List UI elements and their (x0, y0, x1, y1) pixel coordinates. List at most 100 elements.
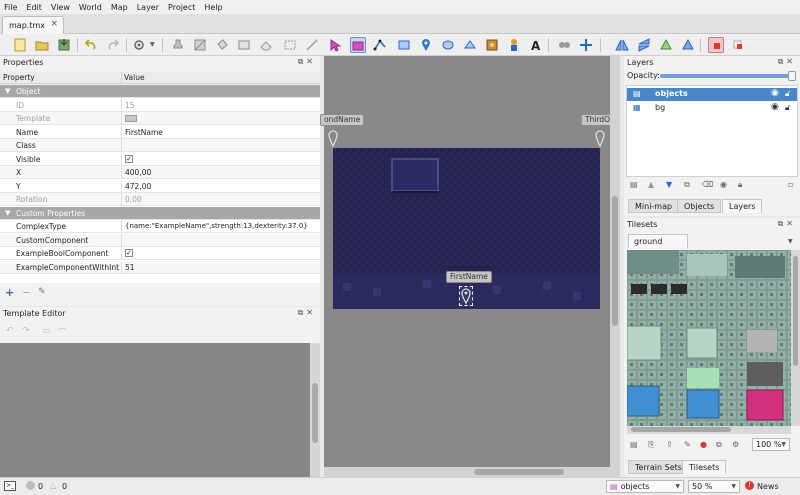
tab-objects[interactable]: Objects (677, 199, 722, 213)
tilesets-panel-buttons[interactable]: ⧉✕ (778, 219, 796, 229)
group-custom-properties[interactable]: ▼ Custom Properties (0, 206, 320, 220)
lock-layer-icon[interactable]: 🔒︎ (738, 180, 742, 190)
menu-world[interactable]: World (79, 3, 102, 12)
property-row[interactable]: Template (0, 112, 320, 126)
menu-view[interactable]: View (51, 3, 70, 12)
move-tool-button[interactable] (578, 37, 594, 53)
object-label[interactable]: FirstName (446, 271, 492, 283)
error-icon[interactable] (26, 481, 35, 490)
bool-component-checkbox[interactable]: ✓ (125, 249, 133, 257)
template-editor-scrollbar[interactable] (310, 343, 320, 477)
property-row[interactable]: ExampleBoolComponent ✓ (0, 247, 320, 261)
group-object[interactable]: ▼ Object (0, 85, 320, 99)
point-object-icon[interactable] (328, 128, 338, 148)
command-dropdown-icon[interactable]: ▼ (150, 41, 155, 48)
menu-layer[interactable]: Layer (137, 3, 159, 12)
delete-tileset-icon[interactable]: ● (700, 440, 707, 449)
new-map-button[interactable] (12, 37, 28, 53)
layer-select-combo[interactable]: ▤ objects ▼ (606, 480, 684, 493)
menu-help[interactable]: Help (204, 3, 222, 12)
template-editor-panel-buttons[interactable]: ⧉✕ (298, 308, 316, 318)
tileset-dropdown-icon[interactable]: ▼ (788, 238, 793, 245)
highlight-layer-icon[interactable]: ▫ (788, 180, 793, 189)
command-button[interactable] (132, 37, 148, 53)
property-row[interactable]: Visible ✓ (0, 152, 320, 166)
property-row[interactable]: ID 15 (0, 98, 320, 112)
show-tile-animations-button[interactable] (730, 37, 746, 53)
flip-vertical-button[interactable] (636, 37, 652, 53)
map-horizontal-scrollbar[interactable] (324, 467, 620, 477)
visible-checkbox[interactable]: ✓ (125, 154, 133, 163)
select-objects-icon[interactable]: ▭ (42, 326, 51, 336)
tileset-vertical-scrollbar[interactable] (791, 250, 800, 426)
insert-rectangle-button[interactable] (396, 37, 412, 53)
flip-horizontal-button[interactable] (614, 37, 630, 53)
warning-icon[interactable]: △ (50, 481, 56, 490)
property-row[interactable]: CustomComponent (0, 233, 320, 247)
export-tileset-icon[interactable]: ⇪ (666, 440, 673, 449)
redo-icon[interactable]: ↷ (22, 326, 30, 336)
redo-button[interactable] (105, 37, 121, 53)
embed-tileset-icon[interactable]: ⎘ (648, 440, 654, 450)
dynamic-wrapping-icon[interactable]: ⧉ (716, 440, 722, 450)
insert-tile-button[interactable] (484, 37, 500, 53)
add-property-icon[interactable]: + (5, 286, 14, 299)
selected-object[interactable] (459, 286, 473, 306)
zoom-combo[interactable]: 50 % ▼ (688, 480, 740, 493)
opacity-slider[interactable] (660, 71, 796, 81)
tileset-view[interactable] (627, 250, 791, 426)
edit-tileset-icon[interactable]: ✎ (684, 440, 691, 449)
magic-wand-button[interactable] (304, 37, 320, 53)
document-tab[interactable]: map.tmx × (2, 16, 64, 34)
tile-map[interactable] (333, 148, 600, 309)
insert-ellipse-button[interactable] (440, 37, 456, 53)
news-icon[interactable]: ! (745, 481, 754, 490)
tab-tilesets[interactable]: Tilesets (682, 460, 727, 474)
stamp-brush-button[interactable] (170, 37, 186, 53)
visibility-eye-icon[interactable]: ◉ (771, 88, 779, 98)
world-tool-button[interactable] (556, 37, 572, 53)
lock-icon[interactable]: 🔓︎ (785, 89, 790, 99)
menu-edit[interactable]: Edit (26, 3, 42, 12)
map-canvas-area[interactable]: ondName ThirdOn FirstName (320, 56, 620, 477)
tileset-menu-icon[interactable]: ⚙ (732, 440, 739, 449)
eraser-button[interactable] (258, 37, 274, 53)
bucket-fill-button[interactable] (214, 37, 230, 53)
tileset-tab-ground[interactable]: ground (628, 234, 688, 248)
insert-template-button[interactable] (506, 37, 522, 53)
tab-terrain-sets[interactable]: Terrain Sets (628, 460, 689, 474)
edit-polygons-icon[interactable]: ⌒ (58, 326, 67, 339)
rotate-left-button[interactable] (658, 37, 674, 53)
menu-project[interactable]: Project (168, 3, 195, 12)
property-row[interactable]: X 400,00 (0, 166, 320, 180)
rename-property-icon[interactable]: ✎ (38, 287, 46, 297)
new-tileset-icon[interactable]: ▤ (630, 440, 638, 449)
tab-layers[interactable]: Layers (722, 199, 763, 213)
property-row[interactable]: Class (0, 139, 320, 153)
new-layer-icon[interactable]: ▤ (630, 180, 638, 189)
map-vertical-scrollbar[interactable] (610, 56, 620, 467)
save-button[interactable] (56, 37, 72, 53)
menu-file[interactable]: File (4, 3, 17, 12)
lock-icon[interactable]: 🔓︎ (785, 103, 790, 113)
shape-fill-button[interactable] (236, 37, 252, 53)
toggle-visibility-icon[interactable]: ◉ (720, 180, 727, 189)
property-row[interactable]: Name FirstName (0, 125, 320, 139)
console-icon[interactable]: >_ (4, 481, 16, 491)
rectangle-select-button[interactable] (282, 37, 298, 53)
edit-polygons-button[interactable] (372, 37, 388, 53)
undo-button[interactable] (83, 37, 99, 53)
rotate-right-button[interactable] (680, 37, 696, 53)
property-row[interactable]: ComplexType {name:"ExampleName",strength:… (0, 220, 320, 234)
undo-icon[interactable]: ↶ (6, 326, 14, 336)
highlight-current-layer-button[interactable] (708, 37, 724, 53)
properties-panel-buttons[interactable]: ⧉✕ (298, 57, 316, 67)
point-object-icon[interactable] (595, 128, 605, 148)
terrain-brush-button[interactable] (192, 37, 208, 53)
layers-panel-buttons[interactable]: ⧉✕ (778, 57, 796, 67)
visibility-eye-icon[interactable]: ◉ (771, 102, 779, 112)
raise-layer-icon[interactable]: ▲ (648, 180, 654, 189)
remove-property-icon[interactable]: − (22, 286, 31, 299)
select-same-tile-button[interactable] (326, 37, 342, 53)
menu-map[interactable]: Map (111, 3, 128, 12)
